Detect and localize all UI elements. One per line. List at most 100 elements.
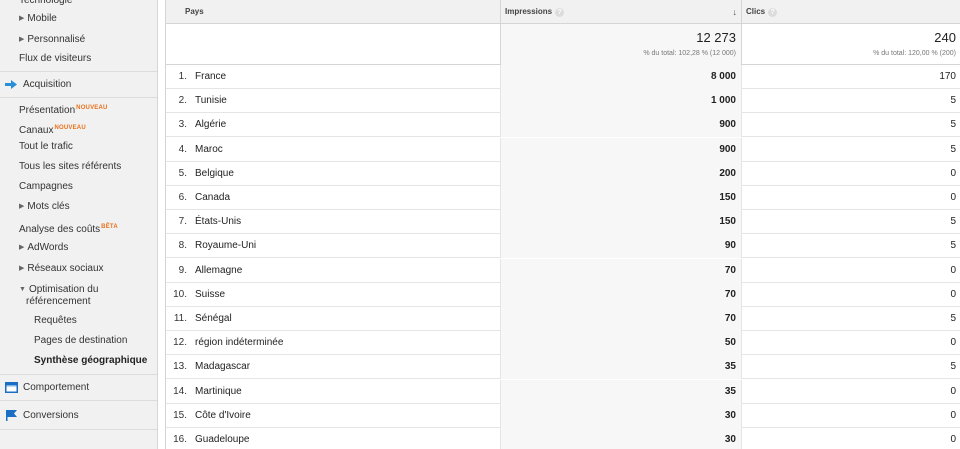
country-link[interactable]: Sénégal [195,307,232,331]
sidebar-item-analyse-couts[interactable]: Analyse des coûtsBÊTA [0,220,157,237]
sidebar-item-sites-referents[interactable]: Tous les sites référents [0,160,157,174]
impressions-cell: 90 [500,234,741,259]
column-header-clics[interactable]: Clics? [741,0,960,24]
totals-impressions-cell: 12 273 % du total: 102,28 % (12 000) [500,24,741,65]
help-icon[interactable]: ? [555,8,565,17]
sidebar-item-requetes[interactable]: Requêtes [0,314,157,328]
country-link[interactable]: Royaume-Uni [195,234,256,258]
acquisition-icon [5,80,17,89]
country-link[interactable]: Allemagne [195,259,242,283]
table-row: 10. Suisse 70 0 [166,282,960,307]
impressions-cell: 900 [500,113,741,138]
country-cell: 2. Tunisie [166,89,500,113]
sidebar-item-label: AdWords [27,242,69,253]
impressions-cell: 30 [500,428,741,449]
sidebar-section-label: Conversions [23,410,79,421]
sidebar-item-label: Présentation [19,105,76,116]
sidebar-item-presentation[interactable]: PrésentationNOUVEAU [0,101,157,118]
impressions-cell: 200 [500,161,741,186]
impressions-cell: 150 [500,186,741,210]
clics-cell: 5 [741,234,960,259]
country-link[interactable]: Guadeloupe [195,428,250,449]
sidebar-nav: Technologie ▶ Mobile ▶ Personnalisé Flux d… [0,0,158,449]
country-cell: 5. Belgique [166,162,500,186]
country-link[interactable]: Martinique [195,380,242,404]
table-row: 14. Martinique 35 0 [166,379,960,404]
clics-cell: 0 [741,331,960,356]
totals-clics-cell: 240 % du total: 120,00 % (200) [741,24,960,65]
impressions-cell: 150 [500,210,741,235]
sidebar-item-flux-visiteurs[interactable]: Flux de visiteurs [0,52,157,66]
sidebar-item-canaux[interactable]: CanauxNOUVEAU [0,121,157,138]
row-rank: 12. [173,337,187,349]
row-rank: 7. [178,216,187,228]
table-row: 12. région indéterminée 50 0 [166,331,960,356]
clics-cell: 5 [741,210,960,235]
sidebar-item-pages-destination[interactable]: Pages de destination [0,334,157,348]
help-icon[interactable]: ? [768,8,778,17]
row-rank: 14. [173,385,187,397]
table-row: 4. Maroc 900 5 [166,137,960,162]
sidebar-section-acquisition[interactable]: Acquisition [0,71,157,98]
sidebar-item-tout-trafic[interactable]: Tout le trafic [0,140,157,154]
row-rank: 1. [178,71,187,82]
sidebar-item-mots-cles[interactable]: ▶ Mots clés [0,200,157,214]
sidebar-item-label: Mobile [27,13,57,24]
country-link[interactable]: Canada [195,186,230,210]
country-link[interactable]: Maroc [195,138,223,162]
sidebar-section-comportement[interactable]: Comportement [0,374,157,401]
sidebar-item-technologie[interactable]: Technologie [0,0,157,8]
clics-cell: 170 [741,65,960,89]
clics-cell: 0 [741,428,960,449]
country-cell: 8. Royaume-Uni [166,234,500,258]
total-value: 12 273 [696,30,736,45]
table-row: 1. France 8 000 170 [166,65,960,89]
data-table: Pays Impressions? ↓ Clics? 12 273 % du t… [165,0,960,449]
total-percentage: % du total: 102,28 % (12 000) [643,50,736,57]
column-header-pays[interactable]: Pays [166,0,500,24]
row-rank: 10. [173,288,187,300]
table-row: 5. Belgique 200 0 [166,161,960,186]
country-link[interactable]: Suisse [195,283,225,307]
row-rank: 5. [178,167,187,179]
new-badge: NOUVEAU [54,125,86,131]
sort-descending-icon[interactable]: ↓ [733,0,738,24]
table-row: 16. Guadeloupe 30 0 [166,428,960,449]
table-row: 3. Algérie 900 5 [166,113,960,138]
sidebar-section-conversions[interactable]: Conversions [0,403,157,430]
country-link[interactable]: Belgique [195,162,234,186]
country-link[interactable]: Madagascar [195,355,250,379]
sidebar-item-campagnes[interactable]: Campagnes [0,180,157,194]
sidebar-item-reseaux-sociaux[interactable]: ▶ Réseaux sociaux [0,262,157,276]
column-header-label: Impressions [505,7,553,16]
country-cell: 16. Guadeloupe [166,428,500,449]
country-cell: 7. États-Unis [166,210,500,234]
expand-arrow-icon: ▶ [19,203,25,210]
impressions-cell: 70 [500,282,741,307]
country-link[interactable]: région indéterminée [195,331,283,355]
country-link[interactable]: Algérie [195,113,226,137]
sidebar-item-personnalise[interactable]: ▶ Personnalisé [0,33,157,47]
clics-cell: 0 [741,186,960,210]
country-link[interactable]: États-Unis [195,210,241,234]
row-rank: 9. [178,264,187,276]
country-link[interactable]: France [195,65,226,89]
table-row: 13. Madagascar 35 5 [166,355,960,380]
country-cell: 9. Allemagne [166,259,500,283]
clics-cell: 0 [741,258,960,283]
sidebar-item-label: Réseaux sociaux [27,263,104,274]
column-header-impressions[interactable]: Impressions? ↓ [500,0,741,24]
row-rank: 2. [178,95,187,107]
country-cell: 14. Martinique [166,380,500,404]
sidebar-item-label: Personnalisé [27,34,86,45]
sidebar-section-label: Comportement [23,382,90,393]
country-cell: 6. Canada [166,186,500,210]
sidebar-item-mobile[interactable]: ▶ Mobile [0,12,157,26]
sidebar-item-adwords[interactable]: ▶ AdWords [0,241,157,255]
row-rank: 13. [173,361,187,373]
sidebar-item-synthese-geo[interactable]: Synthèse géographique [0,354,157,368]
table-row: 8. Royaume-Uni 90 5 [166,234,960,259]
country-link[interactable]: Côte d'Ivoire [195,404,251,428]
country-link[interactable]: Tunisie [195,89,227,113]
row-rank: 16. [173,434,187,445]
